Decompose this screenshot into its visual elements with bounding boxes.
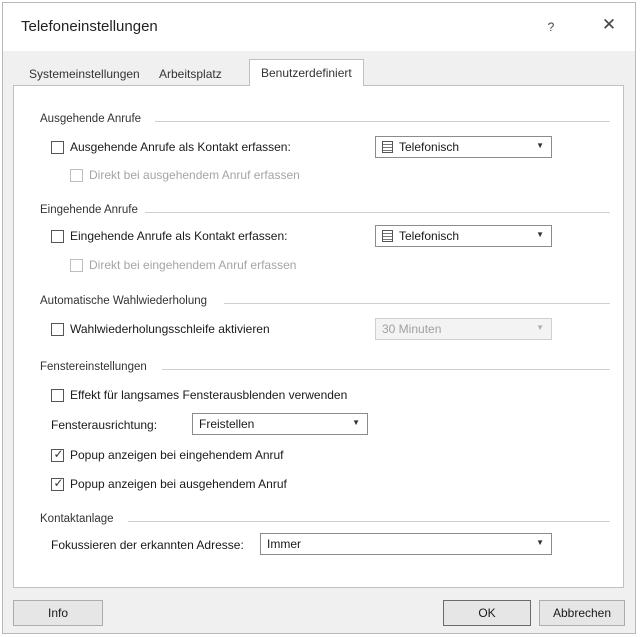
redial-interval-value: 30 Minuten [382,322,442,336]
tab-systemeinstellungen[interactable]: Systemeinstellungen [29,63,140,85]
chevron-down-icon: ▼ [536,323,544,332]
incoming-mode-select[interactable]: Telefonisch ▼ [375,225,552,247]
chevron-down-icon: ▼ [536,538,544,547]
chevron-down-icon: ▼ [536,141,544,150]
divider [224,303,610,304]
ok-button[interactable]: OK [443,600,531,626]
incoming-direct-label: Direkt bei eingehendem Anruf erfassen [89,258,297,272]
alignment-select[interactable]: Freistellen ▼ [192,413,368,435]
redial-loop-label: Wahlwiederholungsschleife aktivieren [70,322,270,336]
popup-outgoing-label: Popup anzeigen bei ausgehendem Anruf [70,477,287,491]
cancel-button[interactable]: Abbrechen [539,600,625,626]
help-icon[interactable]: ? [539,20,563,34]
popup-incoming-checkbox[interactable]: ✓ [51,447,64,462]
checkmark-icon: ✓ [53,476,64,490]
settings-dialog: Telefoneinstellungen ? ✕ Systemeinstellu… [2,2,636,634]
divider [162,369,610,370]
outgoing-record-checkbox[interactable] [51,141,64,154]
title-bar: Telefoneinstellungen ? ✕ [3,3,635,51]
incoming-mode-text: Telefonisch [399,229,460,243]
phonebook-icon [382,230,393,242]
incoming-direct-checkbox[interactable] [70,259,83,272]
section-heading-redial: Automatische Wahlwiederholung [40,295,208,307]
divider [128,521,610,522]
outgoing-mode-select[interactable]: Telefonisch ▼ [375,136,552,158]
fade-effect-checkbox[interactable] [51,389,64,402]
popup-outgoing-checkbox[interactable]: ✓ [51,476,64,491]
checkmark-icon: ✓ [53,447,64,461]
tab-panel-benutzerdefiniert: Ausgehende Anrufe Ausgehende Anrufe als … [13,85,624,588]
section-heading-incoming: Eingehende Anrufe [40,204,138,216]
incoming-record-checkbox[interactable] [51,230,64,243]
divider [155,121,610,122]
outgoing-direct-label: Direkt bei ausgehendem Anruf erfassen [89,168,300,182]
focus-address-label: Fokussieren der erkannten Adresse: [51,538,244,552]
chevron-down-icon: ▼ [536,230,544,239]
outgoing-mode-text: Telefonisch [399,140,460,154]
tab-arbeitsplatz[interactable]: Arbeitsplatz [159,63,222,85]
alignment-value: Freistellen [199,417,255,431]
phonebook-icon [382,141,393,153]
popup-incoming-label: Popup anzeigen bei eingehendem Anruf [70,448,284,462]
section-heading-contact: Kontaktanlage [40,513,114,525]
divider [145,212,610,213]
close-icon[interactable]: ✕ [597,15,621,35]
chevron-down-icon: ▼ [352,418,360,427]
info-button[interactable]: Info [13,600,103,626]
outgoing-direct-checkbox[interactable] [70,169,83,182]
dialog-footer: Info OK Abbrechen [3,588,635,633]
section-heading-outgoing: Ausgehende Anrufe [40,113,142,125]
outgoing-record-label: Ausgehende Anrufe als Kontakt erfassen: [70,140,291,154]
redial-loop-checkbox[interactable] [51,323,64,336]
outgoing-mode-value: Telefonisch [382,140,459,154]
alignment-label: Fensterausrichtung: [51,418,158,432]
focus-address-select[interactable]: Immer ▼ [260,533,552,555]
incoming-mode-value: Telefonisch [382,229,459,243]
incoming-record-label: Eingehende Anrufe als Kontakt erfassen: [70,229,288,243]
focus-address-value: Immer [267,537,301,551]
window-title: Telefoneinstellungen [21,18,158,35]
section-heading-window: Fenstereinstellungen [40,361,147,373]
fade-effect-label: Effekt für langsames Fensterausblenden v… [70,388,348,402]
redial-interval-select[interactable]: 30 Minuten ▼ [375,318,552,340]
tab-benutzerdefiniert[interactable]: Benutzerdefiniert [249,59,364,86]
